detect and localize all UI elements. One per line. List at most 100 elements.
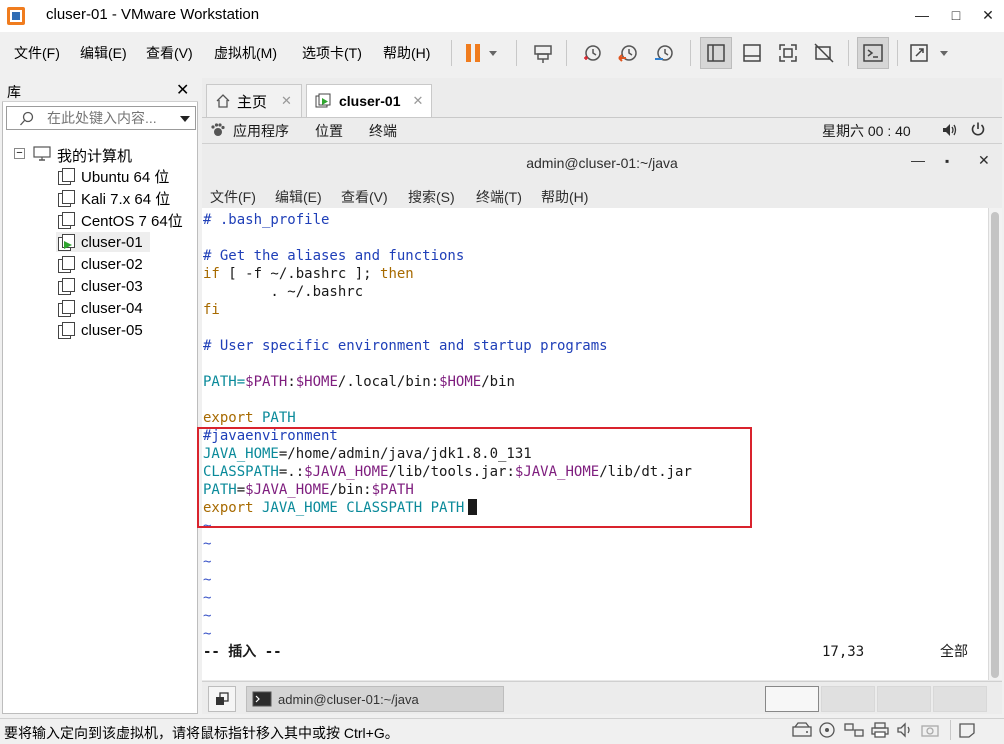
tree-item-label: CentOS 7 64位 [81, 212, 183, 230]
library-close-button[interactable]: ✕ [176, 80, 189, 100]
snapshot-revert-button[interactable] [612, 37, 644, 69]
terminal-maximize-button[interactable]: ▪ [945, 154, 949, 168]
toolbar-separator [690, 40, 691, 66]
tree-item-cluser-01[interactable]: cluser-01 [56, 232, 150, 252]
tree-item-cluser-02[interactable]: cluser-02 [58, 254, 143, 274]
tab-home-close-button[interactable]: ✕ [281, 93, 292, 109]
code-token: $PATH [245, 374, 288, 390]
unity-disabled-icon [814, 43, 834, 63]
console-icon [863, 44, 883, 62]
tab-home[interactable]: 主页 ✕ [206, 84, 302, 117]
menu-file[interactable]: 文件(F) [14, 43, 60, 63]
tree-item-label: Ubuntu 64 位 [81, 168, 170, 186]
console-view-button[interactable] [857, 37, 889, 69]
dropdown-arrow-icon[interactable] [179, 115, 191, 123]
stretch-guest-button[interactable] [906, 37, 956, 69]
gnome-terminal-menu[interactable]: 终端 [369, 121, 397, 141]
gnome-places-menu[interactable]: 位置 [315, 121, 343, 141]
tree-collapse-toggle[interactable]: − [14, 148, 25, 159]
cd-dvd-icon[interactable] [818, 722, 836, 741]
taskbar-terminal-item[interactable]: admin@cluser-01:~/java [246, 686, 504, 712]
sound-card-icon[interactable] [896, 722, 914, 741]
terminal-minimize-button[interactable]: — [911, 152, 925, 168]
thumbnail-bar-button[interactable] [736, 37, 768, 69]
tree-item-cluser-04[interactable]: cluser-04 [58, 298, 143, 318]
vm-running-icon [315, 93, 331, 108]
workspace-4[interactable] [933, 686, 987, 712]
menu-vm[interactable]: 虚拟机(M) [214, 43, 277, 63]
terminal-close-button[interactable]: ✕ [978, 152, 990, 169]
menu-edit[interactable]: 编辑(E) [80, 43, 127, 63]
terminal-menu-search[interactable]: 搜索(S) [408, 187, 455, 207]
empty-line-marker: ~ [203, 554, 212, 570]
show-desktop-icon [216, 692, 229, 705]
tree-item-cluser-05[interactable]: cluser-05 [58, 320, 143, 340]
home-icon [216, 94, 230, 108]
full-screen-button[interactable] [772, 37, 804, 69]
code-token: $HOME [295, 374, 338, 390]
printer-icon[interactable] [870, 722, 890, 741]
gnome-foot-icon [210, 123, 226, 140]
menu-help[interactable]: 帮助(H) [383, 43, 430, 63]
workspace-1[interactable] [765, 686, 819, 712]
editor-line: # User specific environment and startup … [203, 338, 608, 354]
vm-icon [58, 211, 75, 229]
terminal-menu-file[interactable]: 文件(F) [210, 187, 256, 207]
terminal-menubar [202, 182, 1002, 208]
window-minimize-button[interactable]: — [910, 4, 934, 26]
network-adapter-icon[interactable] [844, 722, 864, 741]
workspace-2[interactable] [821, 686, 875, 712]
hard-disk-icon[interactable] [792, 722, 812, 741]
editor-line: . ~/.bashrc [203, 284, 364, 300]
editor-line: # .bash_profile [203, 212, 330, 228]
code-token: PATH= [203, 374, 246, 390]
tree-item-label: cluser-02 [81, 255, 143, 273]
editor-line: PATH=$PATH:$HOME/.local/bin:$HOME/bin [203, 373, 515, 391]
tree-item-label: cluser-01 [81, 233, 143, 251]
taskbar-item-label: admin@cluser-01:~/java [278, 691, 419, 707]
unity-mode-button[interactable] [808, 37, 840, 69]
editor-line: if [ -f ~/.bashrc ]; then [203, 265, 414, 283]
terminal-menu-terminal[interactable]: 终端(T) [476, 187, 522, 207]
tab-home-label: 主页 [237, 93, 268, 111]
show-desktop-button[interactable] [208, 686, 236, 712]
library-search-input[interactable] [47, 109, 172, 127]
menu-view[interactable]: 查看(V) [146, 43, 193, 63]
tree-item-label: cluser-05 [81, 321, 143, 339]
tree-root-my-computer[interactable]: 我的计算机 [57, 145, 132, 166]
terminal-menu-view[interactable]: 查看(V) [341, 187, 388, 207]
message-log-icon[interactable] [958, 722, 976, 741]
code-token: /bin [481, 374, 515, 390]
gnome-applications-menu[interactable]: 应用程序 [233, 121, 289, 141]
vim-cursor-position: 17,33 [822, 644, 865, 660]
terminal-menu-help[interactable]: 帮助(H) [541, 187, 588, 207]
show-library-button[interactable] [700, 37, 732, 69]
tab-cluser-01-close-button[interactable]: ✕ [412, 93, 423, 109]
empty-line-marker: ~ [203, 608, 212, 624]
snapshot-manager-button[interactable] [648, 37, 680, 69]
tree-item-label: Kali 7.x 64 位 [81, 190, 171, 208]
vm-icon [58, 321, 75, 339]
menu-tabs[interactable]: 选项卡(T) [302, 43, 362, 63]
tree-item-cluser-03[interactable]: cluser-03 [58, 276, 143, 296]
send-ctrl-alt-del-button[interactable] [527, 37, 559, 69]
vim-scroll-position: 全部 [940, 644, 968, 660]
camera-icon[interactable] [920, 722, 940, 741]
window-maximize-button[interactable]: □ [944, 4, 968, 26]
code-token: if [203, 266, 220, 282]
library-search-box[interactable] [6, 106, 196, 130]
terminal-scrollbar-thumb[interactable] [991, 212, 999, 678]
tab-cluser-01[interactable]: cluser-01 ✕ [306, 84, 432, 117]
power-icon[interactable] [970, 121, 986, 140]
volume-icon[interactable] [941, 122, 959, 141]
gnome-clock[interactable]: 星期六 00 : 40 [822, 121, 911, 141]
pause-button[interactable] [460, 37, 504, 69]
tree-item-centos[interactable]: CentOS 7 64位 [58, 210, 183, 230]
window-close-button[interactable]: ✕ [976, 4, 1000, 26]
terminal-menu-edit[interactable]: 编辑(E) [275, 187, 322, 207]
tree-item-ubuntu[interactable]: Ubuntu 64 位 [58, 166, 169, 186]
snapshot-take-button[interactable] [576, 37, 608, 69]
tree-item-kali[interactable]: Kali 7.x 64 位 [58, 188, 170, 208]
workspace-3[interactable] [877, 686, 931, 712]
toolbar-separator [566, 40, 567, 66]
